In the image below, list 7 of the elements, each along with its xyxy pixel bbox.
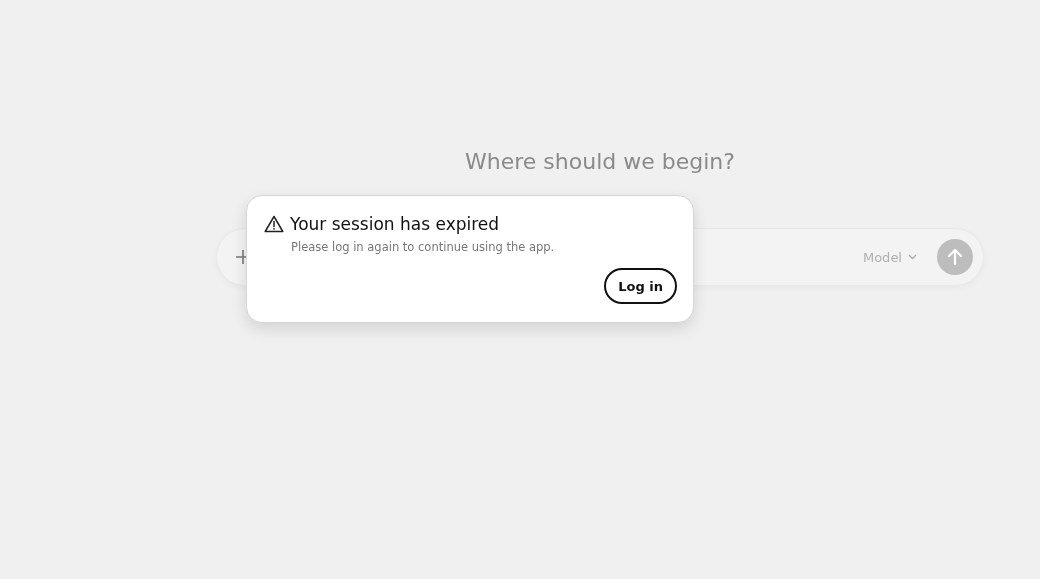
page-heading: Where should we begin? xyxy=(465,148,735,176)
caret-icon xyxy=(908,254,917,260)
dialog-message: Please log in again to continue using the app. xyxy=(291,240,556,254)
dialog-title: Your session has expired xyxy=(290,214,500,234)
send-button[interactable] xyxy=(937,239,973,275)
warning-icon xyxy=(264,215,284,233)
login-button[interactable]: Log in xyxy=(604,268,677,304)
